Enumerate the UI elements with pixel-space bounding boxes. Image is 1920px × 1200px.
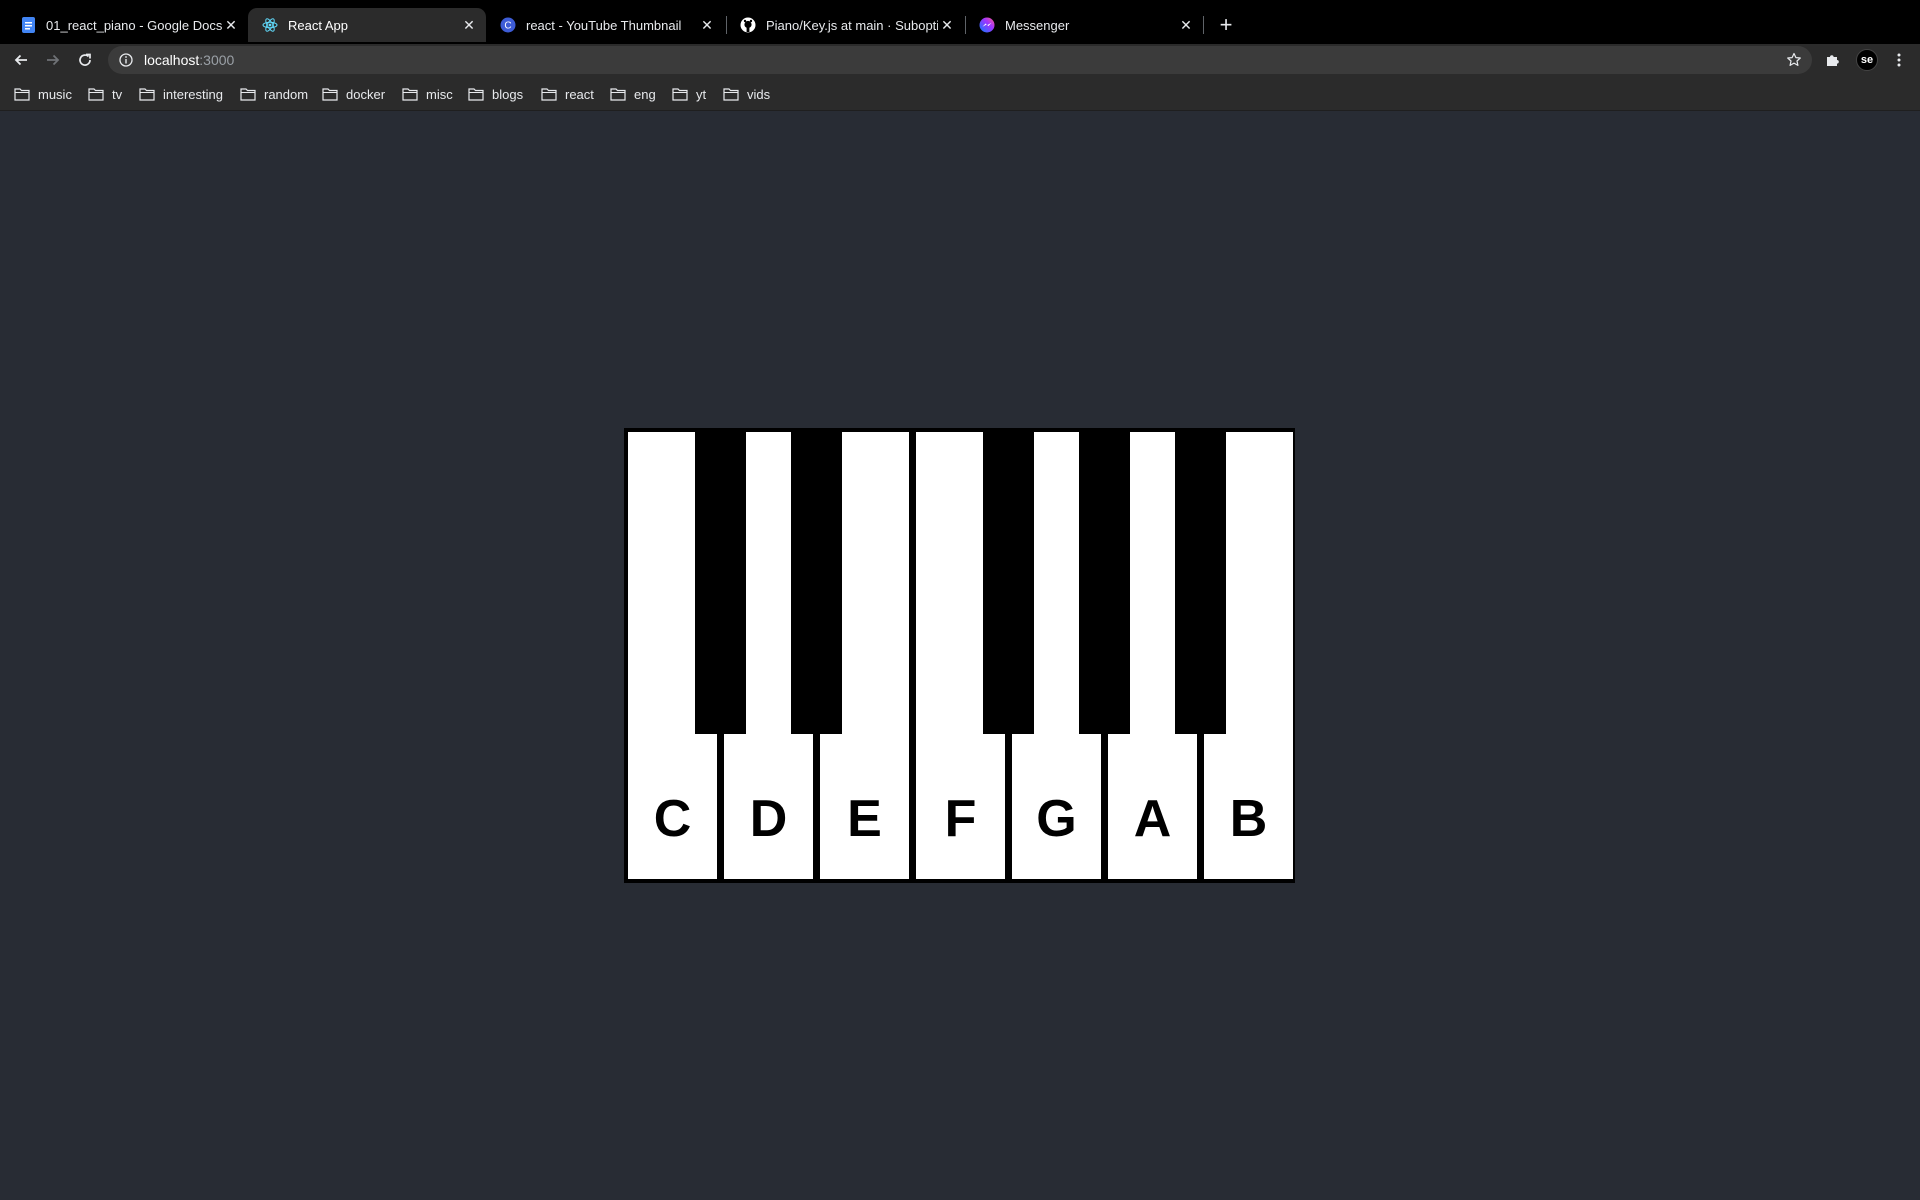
arrow-right-icon — [47, 54, 60, 66]
canva-icon: C — [500, 17, 516, 33]
piano-key-a-sharp[interactable] — [1175, 428, 1226, 734]
bookmark-folder-interesting[interactable]: interesting — [139, 84, 223, 104]
bookmark-folder-docker[interactable]: docker — [322, 84, 385, 104]
tab-separator — [1203, 16, 1204, 34]
key-label: F — [944, 790, 977, 848]
piano-key-g-sharp[interactable] — [1079, 428, 1130, 734]
bookmark-folder-music[interactable]: music — [14, 84, 72, 104]
bookmarks-bar: music tv interesting random docker misc … — [0, 76, 1920, 111]
avatar[interactable]: se — [1856, 49, 1878, 71]
puzzle-icon[interactable] — [1824, 51, 1842, 69]
reload-button[interactable] — [72, 47, 98, 73]
tab-messenger[interactable]: Messenger ✕ — [965, 8, 1203, 42]
piano-key-c-sharp[interactable] — [695, 428, 746, 734]
url-host: localhost — [144, 52, 200, 68]
key-label: A — [1133, 790, 1172, 848]
bookmark-folder-misc[interactable]: misc — [402, 84, 453, 104]
info-icon[interactable] — [118, 52, 134, 68]
bookmark-label: misc — [426, 86, 453, 102]
url-text[interactable]: localhost:3000 — [144, 52, 234, 68]
reload-icon — [79, 53, 91, 66]
tab-youtube-thumbnail[interactable]: C react - YouTube Thumbnail ✕ — [486, 8, 724, 42]
folder-icon — [723, 88, 739, 101]
key-label: G — [1036, 790, 1077, 848]
folder-icon — [402, 88, 418, 101]
bookmark-label: react — [565, 86, 594, 102]
star-icon[interactable] — [1786, 52, 1802, 68]
bookmark-label: music — [38, 86, 72, 102]
tab-title: Messenger — [1005, 17, 1070, 33]
url-port: :3000 — [199, 52, 235, 68]
tab-title: react - YouTube Thumbnail — [526, 17, 682, 33]
react-icon — [262, 17, 278, 33]
back-button[interactable] — [8, 47, 34, 73]
folder-icon — [468, 88, 484, 101]
tab-google-docs[interactable]: 01_react_piano - Google Docs ✕ — [6, 8, 248, 42]
folder-icon — [610, 88, 626, 101]
bookmark-label: yt — [696, 86, 707, 102]
tab-title: Piano/Key.js at main · Suboptim — [766, 17, 938, 33]
menu-button[interactable] — [1890, 49, 1908, 71]
piano-keyboard: C D E F G A B — [624, 428, 1295, 883]
bookmark-folder-yt[interactable]: yt — [672, 84, 706, 104]
folder-icon — [14, 88, 30, 101]
key-label: B — [1229, 790, 1268, 848]
close-icon[interactable]: ✕ — [222, 16, 240, 34]
bookmark-folder-blogs[interactable]: blogs — [468, 84, 523, 104]
bookmark-label: tv — [112, 86, 123, 102]
plus-icon: + — [1219, 12, 1233, 37]
close-icon[interactable]: ✕ — [1177, 16, 1195, 34]
more-vertical-icon — [1897, 53, 1901, 67]
folder-icon — [139, 88, 155, 101]
piano-key-f-sharp[interactable] — [983, 428, 1034, 734]
github-icon — [740, 17, 756, 33]
close-icon[interactable]: ✕ — [460, 16, 478, 34]
tab-strip: 01_react_piano - Google Docs ✕ React App… — [0, 0, 1920, 44]
bookmark-folder-react[interactable]: react — [541, 84, 594, 104]
forward-button[interactable] — [40, 47, 66, 73]
tab-react-app[interactable]: React App ✕ — [248, 8, 486, 42]
arrow-left-icon — [14, 54, 27, 66]
browser-toolbar: localhost:3000 se — [0, 44, 1920, 76]
key-label: D — [749, 790, 788, 848]
address-bar[interactable]: localhost:3000 — [108, 46, 1812, 74]
tab-title: 01_react_piano - Google Docs — [46, 17, 222, 33]
bookmark-folder-random[interactable]: random — [240, 84, 308, 104]
folder-icon — [541, 88, 557, 101]
close-icon[interactable]: ✕ — [698, 16, 716, 34]
tab-github[interactable]: Piano/Key.js at main · Suboptim ✕ — [726, 8, 964, 42]
piano-key-d-sharp[interactable] — [791, 428, 842, 734]
tab-title: React App — [288, 17, 348, 33]
folder-icon — [88, 88, 104, 101]
folder-icon — [672, 88, 688, 101]
bookmark-folder-eng[interactable]: eng — [610, 84, 656, 104]
bookmark-label: interesting — [163, 86, 223, 102]
bookmark-folder-tv[interactable]: tv — [88, 84, 122, 104]
bookmark-label: eng — [634, 86, 656, 102]
new-tab-button[interactable]: + — [1213, 12, 1239, 38]
folder-icon — [240, 88, 256, 101]
bookmark-folder-vids[interactable]: vids — [723, 84, 770, 104]
key-label: C — [653, 790, 692, 848]
close-icon[interactable]: ✕ — [938, 16, 956, 34]
bookmark-label: vids — [747, 86, 771, 102]
folder-icon — [322, 88, 338, 101]
bookmark-label: random — [264, 86, 309, 102]
key-label: E — [847, 790, 882, 848]
bookmark-label: docker — [346, 86, 386, 102]
messenger-icon — [979, 17, 995, 33]
svg-text:C: C — [504, 21, 511, 32]
bookmark-label: blogs — [492, 86, 524, 102]
google-docs-icon — [20, 17, 36, 33]
